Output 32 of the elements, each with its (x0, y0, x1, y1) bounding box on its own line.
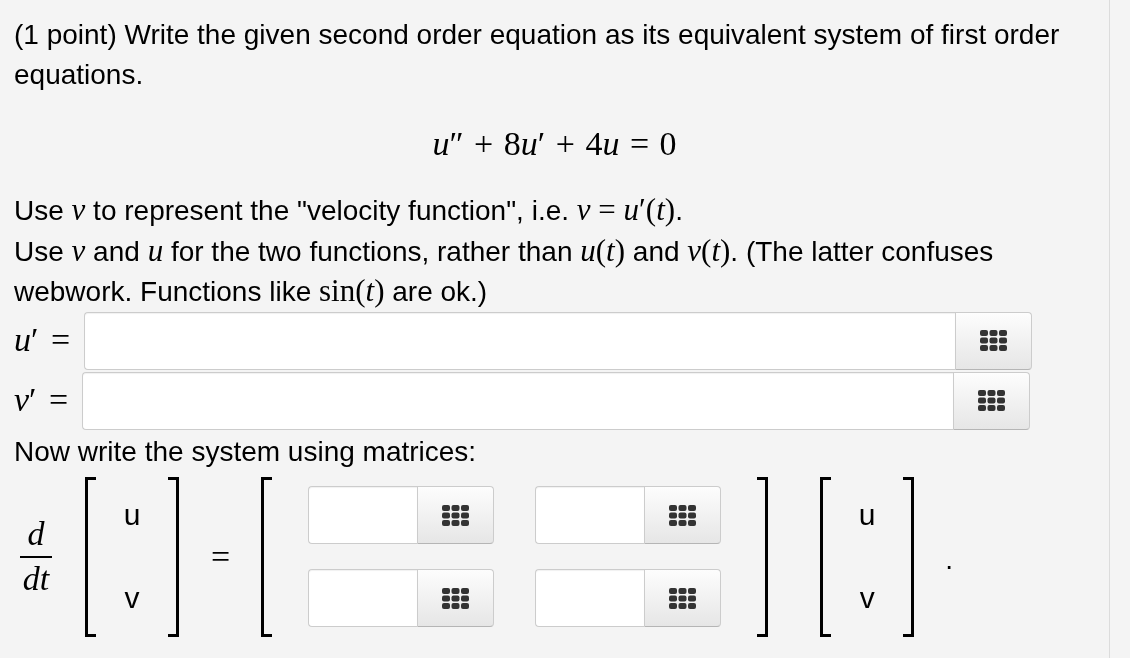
vector-entry: u (123, 500, 141, 530)
equals-sign: = (211, 539, 231, 574)
derivative-fraction: d dt (20, 517, 52, 596)
grid-icon (442, 587, 470, 609)
palette-button[interactable] (417, 569, 495, 627)
vector-entry: u (858, 500, 876, 530)
answer-field[interactable] (535, 486, 645, 544)
answer-field[interactable] (84, 311, 956, 370)
period: . (945, 543, 953, 576)
equation-label: v′ = (14, 380, 69, 421)
section-heading: Now write the system using matrices: (14, 434, 478, 469)
instruction-text: Use v and u for the two functions, rather than u(t) and v(t). (The latter confuses webwork. Functions like sin(t) are ok.) (14, 231, 995, 310)
problem-statement: (1 point) Write the given second order equation as its equivalent system of first order equations. (14, 18, 1061, 92)
palette-button[interactable] (644, 486, 722, 544)
vector-entry: v (124, 583, 140, 613)
vector-entry: v (859, 583, 875, 613)
palette-button[interactable] (953, 371, 1031, 430)
grid-icon (980, 330, 1008, 351)
palette-button[interactable] (955, 311, 1033, 370)
instruction-text: Use v to represent the "velocity function", i.e. v = u′(t). (14, 191, 684, 229)
answer-field[interactable] (82, 371, 954, 430)
grid-icon (442, 504, 470, 526)
answer-field[interactable] (308, 486, 418, 544)
grid-icon (669, 587, 697, 609)
grid-icon (669, 504, 697, 526)
answer-field[interactable] (535, 569, 645, 627)
answer-field[interactable] (308, 569, 418, 627)
palette-button[interactable] (644, 569, 722, 627)
palette-button[interactable] (417, 486, 495, 544)
grid-icon (978, 390, 1006, 411)
equation: u″ + 8u′ + 4u = 0 (432, 124, 677, 164)
equation-label: u′ = (14, 320, 71, 361)
